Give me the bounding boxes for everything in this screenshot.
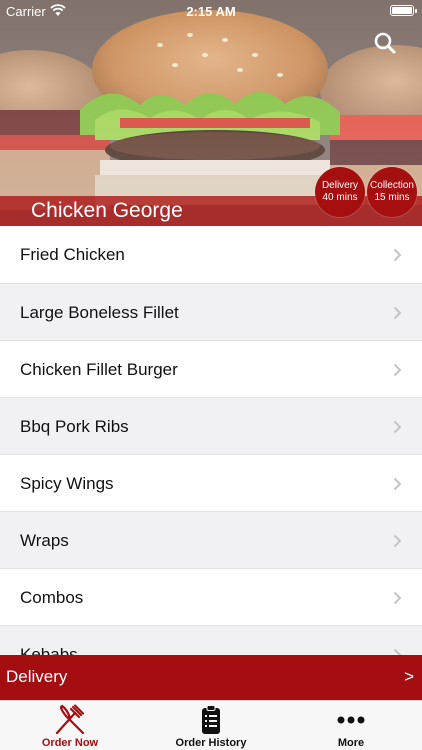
- delivery-badge-label: Delivery: [321, 180, 359, 191]
- menu-item-spicy-wings[interactable]: Spicy Wings: [0, 455, 422, 512]
- menu-category-list[interactable]: Fried Chicken Large Boneless Fillet Chic…: [0, 226, 422, 655]
- delivery-mode-bar[interactable]: Delivery >: [0, 655, 422, 700]
- chevron-right-icon: [393, 591, 402, 605]
- menu-item-fried-chicken[interactable]: Fried Chicken: [0, 226, 422, 284]
- more-dots-icon: [337, 716, 365, 724]
- battery-icon: [390, 5, 417, 16]
- delivery-badge-time: 40 mins: [322, 192, 358, 203]
- chevron-right-icon: [393, 306, 402, 320]
- chevron-right-icon: [393, 648, 402, 655]
- chevron-right-icon: [393, 534, 402, 548]
- delivery-arrow-icon: >: [404, 667, 414, 686]
- menu-item-bbq-pork-ribs[interactable]: Bbq Pork Ribs: [0, 398, 422, 455]
- status-time: 2:15 AM: [186, 4, 236, 19]
- tab-order-now[interactable]: Order Now: [0, 701, 140, 750]
- restaurant-name: Chicken George: [31, 199, 183, 222]
- menu-item-label: Spicy Wings: [20, 474, 114, 493]
- collection-badge-label: Collection: [370, 180, 414, 191]
- menu-item-large-boneless-fillet[interactable]: Large Boneless Fillet: [0, 284, 422, 341]
- menu-item-kebabs[interactable]: Kebabs: [0, 626, 422, 655]
- chevron-right-icon: [393, 363, 402, 377]
- tab-label-more: More: [337, 737, 365, 749]
- menu-item-label: Chicken Fillet Burger: [20, 360, 178, 379]
- menu-item-label: Bbq Pork Ribs: [20, 417, 129, 436]
- menu-item-label: Kebabs: [20, 645, 78, 655]
- menu-item-wraps[interactable]: Wraps: [0, 512, 422, 569]
- collection-time-badge: Collection 15 mins: [367, 167, 417, 217]
- tab-more[interactable]: More: [281, 701, 421, 750]
- status-bar: Carrier 2:15 AM: [0, 0, 422, 22]
- menu-item-label: Combos: [20, 588, 84, 607]
- clipboard-icon: [202, 705, 220, 734]
- menu-item-label: Wraps: [20, 531, 69, 550]
- search-icon[interactable]: [372, 30, 398, 56]
- chevron-right-icon: [393, 477, 402, 491]
- menu-item-label: Fried Chicken: [20, 245, 125, 264]
- chevron-right-icon: [393, 248, 402, 262]
- tab-bar: Order Now Order History More: [0, 700, 422, 750]
- menu-item-label: Large Boneless Fillet: [20, 303, 179, 322]
- menu-item-combos[interactable]: Combos: [0, 569, 422, 626]
- chevron-right-icon: [393, 420, 402, 434]
- fork-knife-icon: [55, 704, 85, 735]
- tab-order-history[interactable]: Order History: [141, 701, 281, 750]
- hero-banner: Carrier 2:15 AM Chicken George Delivery …: [0, 0, 422, 226]
- collection-badge-time: 15 mins: [374, 192, 410, 203]
- delivery-time-badge: Delivery 40 mins: [315, 167, 365, 217]
- menu-item-chicken-fillet-burger[interactable]: Chicken Fillet Burger: [0, 341, 422, 398]
- delivery-mode-label: Delivery: [6, 667, 68, 686]
- tab-label-order-now: Order Now: [41, 737, 99, 749]
- tab-label-order-history: Order History: [175, 737, 247, 749]
